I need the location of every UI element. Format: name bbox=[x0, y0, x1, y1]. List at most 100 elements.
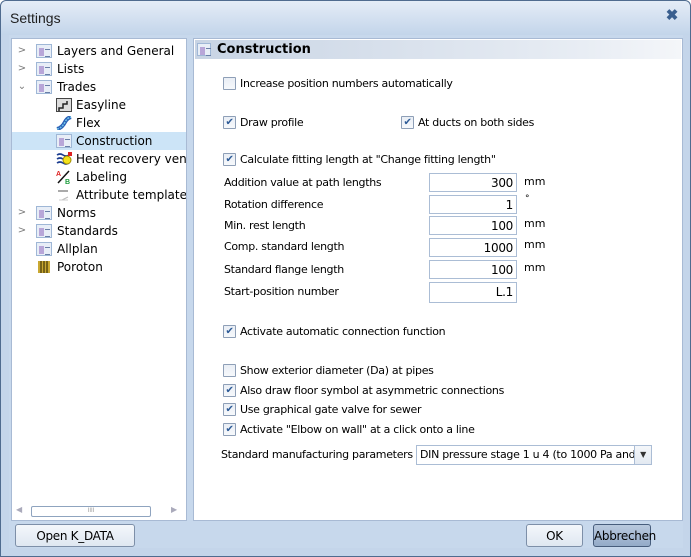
heat-recovery-icon bbox=[56, 152, 72, 166]
min-rest-length-input[interactable]: 100 bbox=[429, 216, 517, 235]
tree-item-label: Easyline bbox=[76, 98, 126, 112]
chevron-down-icon[interactable]: ⌄ bbox=[16, 78, 28, 96]
checkbox-label: Increase position numbers automatically bbox=[240, 77, 453, 90]
field-label: Addition value at path lengths bbox=[224, 176, 382, 189]
close-icon[interactable]: ✖ bbox=[664, 8, 680, 24]
window-title: Settings bbox=[10, 10, 61, 26]
start-position-number-input[interactable]: L.1 bbox=[429, 282, 517, 303]
document-list-icon bbox=[197, 43, 211, 56]
chevron-right-icon[interactable]: > bbox=[16, 222, 28, 240]
checkbox-box[interactable] bbox=[223, 364, 236, 377]
unit-label: mm bbox=[524, 238, 546, 251]
checkbox-box[interactable] bbox=[223, 77, 236, 90]
comp-standard-length-input[interactable]: 1000 bbox=[429, 238, 517, 257]
attribute-template-icon bbox=[56, 188, 72, 202]
document-list-icon bbox=[56, 134, 72, 148]
checkbox-box[interactable]: ✔ bbox=[223, 423, 236, 436]
tree-item-labeling[interactable]: AB Labeling bbox=[12, 168, 186, 186]
checkbox-box[interactable]: ✔ bbox=[223, 325, 236, 338]
settings-dialog: Settings ✖ > Layers and General > Lists … bbox=[0, 0, 691, 557]
scrollbar-thumb[interactable]: IIII bbox=[31, 506, 151, 517]
field-label: Rotation difference bbox=[224, 198, 324, 211]
unit-label: mm bbox=[524, 261, 546, 274]
tree-item-label: Heat recovery ventilation bbox=[76, 152, 186, 166]
document-list-icon bbox=[36, 44, 52, 58]
scroll-right-icon[interactable]: ▶ bbox=[171, 505, 177, 514]
rotation-difference-input[interactable]: 1 bbox=[429, 195, 517, 214]
settings-tree: > Layers and General > Lists ⌄ Trades Ea… bbox=[11, 38, 187, 521]
tree-item-label: Flex bbox=[76, 116, 101, 130]
checkbox-label: Use graphical gate valve for sewer bbox=[240, 403, 422, 416]
dialog-body: > Layers and General > Lists ⌄ Trades Ea… bbox=[9, 35, 683, 548]
svg-text:A: A bbox=[56, 171, 61, 178]
tree-item-lists[interactable]: > Lists bbox=[12, 60, 186, 78]
unit-label: mm bbox=[524, 175, 546, 188]
checkbox-box[interactable]: ✔ bbox=[223, 403, 236, 416]
tree-item-trades[interactable]: ⌄ Trades bbox=[12, 78, 186, 96]
addition-value-input[interactable]: 300 bbox=[429, 173, 517, 192]
document-list-icon bbox=[36, 242, 52, 256]
document-list-icon bbox=[36, 80, 52, 94]
panel-header: Construction bbox=[195, 40, 681, 59]
panel-title: Construction bbox=[217, 42, 311, 57]
labeling-icon: AB bbox=[56, 170, 72, 186]
tree-item-allplan[interactable]: Allplan bbox=[12, 240, 186, 258]
manufacturing-parameters-select[interactable]: DIN pressure stage 1 u 4 (to 1000 Pa and… bbox=[416, 445, 652, 465]
document-list-icon bbox=[36, 224, 52, 238]
tree-item-poroton[interactable]: Poroton bbox=[12, 258, 186, 276]
flex-duct-icon bbox=[56, 115, 72, 131]
field-label: Start-position number bbox=[224, 285, 339, 298]
checkbox-label: Also draw floor symbol at asymmetric con… bbox=[240, 384, 505, 397]
tree-item-easyline[interactable]: Easyline bbox=[12, 96, 186, 114]
tree-item-label: Trades bbox=[57, 80, 97, 94]
unit-label: mm bbox=[524, 217, 546, 230]
tree-item-label: Labeling bbox=[76, 170, 127, 184]
chevron-right-icon[interactable]: > bbox=[16, 42, 28, 60]
checkbox-label: Draw profile bbox=[240, 116, 304, 129]
tree-item-standards[interactable]: > Standards bbox=[12, 222, 186, 240]
tree-item-heat-recovery-ventilation[interactable]: Heat recovery ventilation bbox=[12, 150, 186, 168]
chevron-right-icon[interactable]: > bbox=[16, 60, 28, 78]
checkbox-label: Show exterior diameter (Da) at pipes bbox=[240, 364, 434, 377]
unit-label: ° bbox=[525, 194, 530, 204]
tree-item-label: Poroton bbox=[57, 260, 103, 274]
poroton-brick-icon bbox=[36, 260, 52, 274]
svg-text:B: B bbox=[65, 179, 70, 184]
checkbox-label: Activate automatic connection function bbox=[240, 325, 446, 338]
scroll-left-icon[interactable]: ◀ bbox=[16, 505, 22, 514]
tree-item-label: Lists bbox=[57, 62, 85, 76]
tree-item-flex[interactable]: Flex bbox=[12, 114, 186, 132]
tree-item-norms[interactable]: > Norms bbox=[12, 204, 186, 222]
tree-item-label: Standards bbox=[57, 224, 118, 238]
construction-settings-panel: Construction Increase position numbers a… bbox=[193, 38, 683, 521]
field-label: Comp. standard length bbox=[224, 240, 345, 253]
chevron-right-icon[interactable]: > bbox=[16, 204, 28, 222]
document-list-icon bbox=[36, 62, 52, 76]
tree-horizontal-scrollbar[interactable]: ◀ IIII ▶ bbox=[13, 504, 185, 518]
dropdown-arrow-icon[interactable]: ▼ bbox=[634, 446, 651, 464]
ok-button[interactable]: OK bbox=[526, 524, 583, 547]
document-list-icon bbox=[36, 206, 52, 220]
tree-item-label: Construction bbox=[76, 134, 153, 148]
tree-item-layers-and-general[interactable]: > Layers and General bbox=[12, 42, 186, 60]
checkbox-label: Activate "Elbow on wall" at a click onto… bbox=[240, 423, 475, 436]
checkbox-label: Calculate fitting length at "Change fitt… bbox=[240, 153, 496, 166]
tree-item-label: Norms bbox=[57, 206, 96, 220]
checkbox-box[interactable]: ✔ bbox=[223, 153, 236, 166]
standard-flange-length-input[interactable]: 100 bbox=[429, 260, 517, 279]
tree-item-construction[interactable]: Construction bbox=[12, 132, 186, 150]
easyline-icon bbox=[56, 98, 72, 112]
field-label: Standard flange length bbox=[224, 263, 344, 276]
checkbox-box[interactable]: ✔ bbox=[223, 116, 236, 129]
tree-item-attribute-templates[interactable]: Attribute templates bbox=[12, 186, 186, 204]
tree-item-label: Attribute templates bbox=[76, 188, 186, 202]
checkbox-box[interactable]: ✔ bbox=[401, 116, 414, 129]
tree-item-label: Layers and General bbox=[57, 44, 175, 58]
select-value: DIN pressure stage 1 u 4 (to 1000 Pa and… bbox=[420, 448, 651, 461]
title-bar: Settings ✖ bbox=[1, 1, 690, 35]
tree-item-label: Allplan bbox=[57, 242, 98, 256]
cancel-button[interactable]: Abbrechen bbox=[593, 524, 656, 547]
field-label: Min. rest length bbox=[224, 219, 306, 232]
open-k-data-button[interactable]: Open K_DATA bbox=[15, 524, 135, 547]
checkbox-box[interactable]: ✔ bbox=[223, 384, 236, 397]
